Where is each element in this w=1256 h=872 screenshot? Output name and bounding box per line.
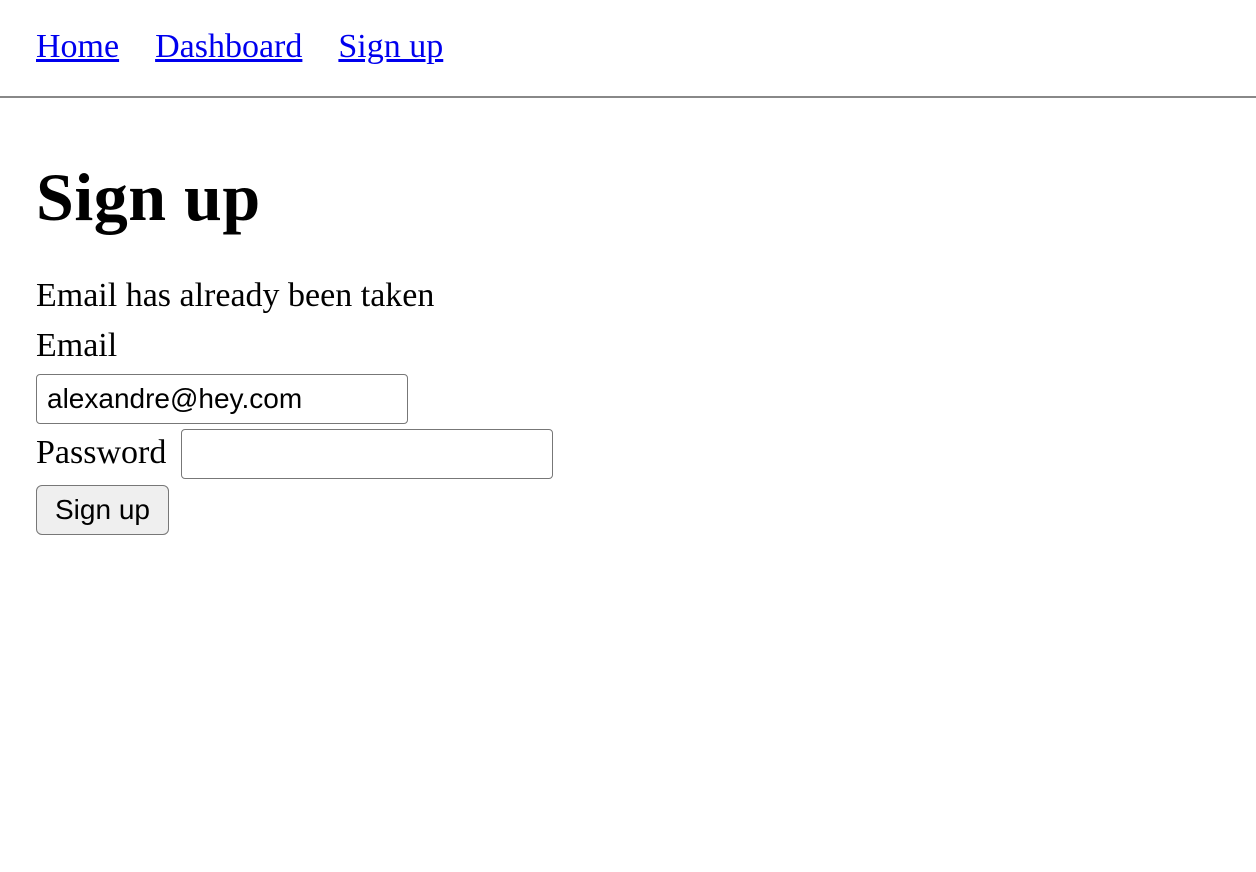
main-content: Sign up Email has already been taken Ema…: [0, 158, 1256, 535]
nav-link-signup[interactable]: Sign up: [338, 28, 443, 65]
submit-row: Sign up: [36, 479, 1220, 535]
email-input[interactable]: [36, 374, 408, 424]
password-field-row: Password: [36, 428, 1220, 479]
signup-button[interactable]: Sign up: [36, 485, 169, 535]
top-nav: Home Dashboard Sign up: [0, 0, 1256, 98]
email-label: Email: [36, 327, 117, 364]
error-message: Email has already been taken: [36, 277, 1220, 315]
email-field-row: Email: [36, 321, 1220, 424]
password-input[interactable]: [181, 429, 553, 479]
password-label: Password: [36, 434, 166, 471]
page-title: Sign up: [36, 158, 1220, 237]
nav-link-home[interactable]: Home: [36, 28, 119, 65]
nav-link-dashboard[interactable]: Dashboard: [155, 28, 302, 65]
